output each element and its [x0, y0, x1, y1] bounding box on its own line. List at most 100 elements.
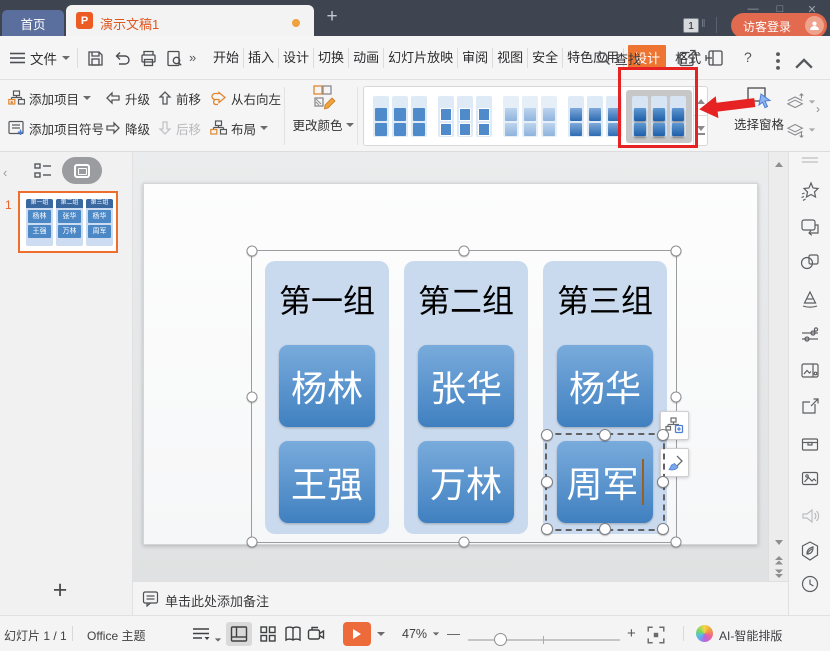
effects-star-icon[interactable]: [799, 180, 821, 202]
undo-icon[interactable]: [113, 49, 132, 68]
quickbar-more-button[interactable]: »: [189, 50, 196, 65]
share-icon[interactable]: [676, 47, 698, 69]
tab-slideshow[interactable]: 幻灯片放映: [384, 47, 459, 68]
style-thumbnail-1[interactable]: [371, 94, 429, 139]
notes-bar[interactable]: 单击此处添加备注: [133, 581, 788, 615]
history-clock-icon[interactable]: [799, 573, 821, 595]
stock-images-icon[interactable]: [799, 360, 821, 382]
zoom-level[interactable]: 47%: [402, 627, 427, 641]
zoom-caret[interactable]: [432, 632, 440, 636]
tab-start[interactable]: 开始: [209, 47, 245, 68]
slide-canvas[interactable]: 第一组 杨林 王强 第二组 张华 万林 第三组 杨华 周军: [133, 152, 768, 581]
outline-view-icon[interactable]: [33, 161, 53, 181]
group-header[interactable]: 第一组: [265, 271, 389, 335]
tab-insert[interactable]: 插入: [244, 47, 280, 68]
resize-handle[interactable]: [657, 476, 669, 488]
find-button[interactable]: 查找: [596, 49, 641, 68]
slideshow-options-caret[interactable]: [377, 632, 385, 636]
shapes-icon[interactable]: [799, 251, 821, 273]
zoom-out-button[interactable]: —: [447, 626, 460, 641]
tab-security[interactable]: 安全: [528, 47, 564, 68]
collapse-ribbon-icon[interactable]: [793, 52, 815, 74]
style-thumbnail-2[interactable]: [436, 94, 494, 139]
slide-thumbnail[interactable]: 第一组 杨林 王强 第二组 张华 万林 第三组 杨华 周军: [18, 191, 118, 253]
frame-resize-handle[interactable]: [246, 391, 258, 402]
member-box[interactable]: 张华: [418, 345, 514, 427]
tab-view[interactable]: 视图: [493, 47, 529, 68]
help-button[interactable]: ?: [744, 49, 752, 65]
group-header[interactable]: 第二组: [404, 271, 528, 335]
smartart-group-2[interactable]: 第二组 张华 万林: [404, 261, 528, 534]
frame-resize-handle[interactable]: [670, 391, 682, 402]
print-preview-icon[interactable]: [165, 49, 184, 68]
smartart-group-3[interactable]: 第三组 杨华 周军: [541, 261, 669, 535]
resize-handle[interactable]: [657, 523, 669, 535]
tab-transition[interactable]: 切换: [314, 47, 350, 68]
layout-button[interactable]: 布局: [210, 119, 269, 137]
next-slide-button[interactable]: [769, 566, 788, 582]
sidebar-drag-handle[interactable]: [802, 157, 818, 163]
move-forward-button[interactable]: 前移: [158, 89, 201, 107]
style-thumbnail-4[interactable]: [566, 94, 624, 139]
tab-animation[interactable]: 动画: [349, 47, 385, 68]
resize-handle[interactable]: [541, 523, 553, 535]
frame-resize-handle[interactable]: [670, 245, 682, 257]
file-menu[interactable]: 文件: [10, 48, 70, 68]
change-colors-button[interactable]: 更改颜色: [291, 85, 355, 134]
tab-document[interactable]: P 演示文稿1: [66, 5, 314, 36]
tab-count-badge[interactable]: 1: [683, 18, 699, 33]
slide-surface[interactable]: 第一组 杨林 王强 第二组 张华 万林 第三组 杨华 周军: [143, 183, 758, 548]
resource-box-icon[interactable]: [799, 433, 821, 455]
send-backward-button[interactable]: [786, 118, 816, 142]
frame-resize-handle[interactable]: [458, 245, 470, 257]
scroll-down-button[interactable]: [769, 534, 788, 550]
frame-resize-handle[interactable]: [246, 245, 258, 257]
notes-toggle-icon[interactable]: [191, 624, 211, 644]
tab-review[interactable]: 审阅: [458, 47, 494, 68]
wordart-icon[interactable]: [799, 288, 821, 310]
share-panel-icon[interactable]: [799, 396, 821, 418]
frame-resize-handle[interactable]: [246, 536, 258, 548]
picture-icon[interactable]: [799, 468, 821, 490]
resize-handle[interactable]: [599, 523, 611, 535]
minimize-button[interactable]: —: [742, 1, 764, 17]
start-slideshow-button[interactable]: [343, 622, 371, 646]
print-icon[interactable]: [139, 49, 158, 68]
member-box[interactable]: 万林: [418, 441, 514, 523]
zoom-slider-knob[interactable]: [494, 633, 507, 646]
canvas-scrollbar[interactable]: [768, 152, 788, 581]
resize-handle[interactable]: [541, 476, 553, 488]
member-box[interactable]: 杨华: [557, 345, 653, 427]
frame-resize-handle[interactable]: [670, 536, 682, 548]
member-box[interactable]: 王强: [279, 441, 375, 523]
smartart-selection-frame[interactable]: 第一组 杨林 王强 第二组 张华 万林 第三组 杨华 周军: [246, 245, 682, 548]
save-icon[interactable]: [86, 49, 105, 68]
bring-forward-button[interactable]: [786, 90, 816, 114]
theme-name[interactable]: Office 主题: [87, 627, 145, 644]
toolbar-expand-button[interactable]: ›: [816, 102, 820, 116]
zoom-in-button[interactable]: +: [627, 625, 636, 642]
resize-handle[interactable]: [541, 429, 553, 441]
chevron-down-icon[interactable]: [214, 638, 222, 642]
properties-sliders-icon[interactable]: [799, 325, 821, 347]
ai-layout-label[interactable]: AI-智能排版: [719, 627, 782, 644]
slide-sorter-icon[interactable]: [258, 624, 278, 644]
resize-handle[interactable]: [599, 429, 611, 441]
reading-view-icon[interactable]: [283, 624, 303, 644]
new-window-icon[interactable]: [704, 47, 726, 69]
new-tab-button[interactable]: +: [320, 4, 344, 30]
change-shape-icon[interactable]: [799, 216, 821, 238]
add-bullet-button[interactable]: 添加项目符号: [8, 119, 104, 137]
style-thumbnail-3[interactable]: [501, 94, 559, 139]
slide-view-toggle[interactable]: [62, 157, 102, 184]
scroll-up-button[interactable]: [769, 156, 788, 172]
resize-handle[interactable]: [657, 429, 669, 441]
zoom-slider[interactable]: [468, 633, 620, 646]
record-show-icon[interactable]: [306, 624, 326, 644]
member-selection-box[interactable]: [541, 429, 669, 535]
member-box[interactable]: 杨林: [279, 345, 375, 427]
tab-design[interactable]: 设计: [279, 47, 315, 68]
maximize-button[interactable]: □: [769, 1, 791, 17]
collapse-panel-button[interactable]: ‹: [3, 165, 7, 180]
kebab-menu-icon[interactable]: [767, 50, 789, 72]
